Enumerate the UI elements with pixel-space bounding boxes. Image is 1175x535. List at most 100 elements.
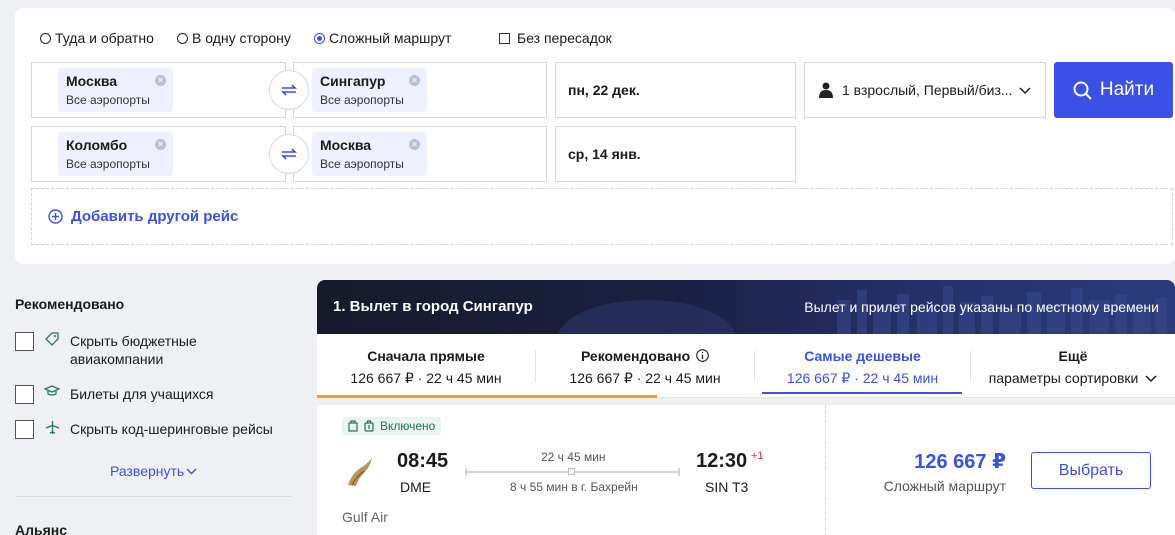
route-title: 1. Вылет в город Сингапур [333, 298, 533, 315]
filter-hide-budget[interactable]: Скрыть бюджетные авиакомпании [15, 332, 220, 368]
destination-city: Сингапур [320, 73, 386, 89]
sort-bar: Сначала прямые 126 667 ₽ · 22 ч 45 мин Р… [317, 334, 1175, 398]
sort-tab-value: 126 667 ₽ · 22 ч 45 мин [786, 370, 939, 386]
clear-icon[interactable]: ✕ [409, 75, 420, 86]
price-note: Сложный маршрут [883, 478, 1006, 494]
ticket-card[interactable]: Включено 08:45 DME 22 ч 45 мин 8 ч 55 ми… [317, 405, 1175, 535]
arrival-airport: SIN T3 [705, 479, 749, 495]
multi-city-label: Сложный маршрут [329, 30, 452, 46]
find-button[interactable]: Найти [1054, 62, 1173, 118]
origin-chip[interactable]: Коломбо Все аэропорты ✕ [58, 132, 173, 176]
chevron-down-icon [1019, 87, 1031, 95]
included-label: Включено [380, 419, 436, 433]
filter-hide-codeshare[interactable]: Скрыть код-шеринговые рейсы [15, 420, 273, 439]
departure-time: 08:45 [397, 450, 449, 472]
swap-button[interactable] [269, 70, 309, 110]
loading-progress-bar [317, 395, 657, 398]
route-end-tick [678, 468, 680, 476]
plus-circle-icon [48, 209, 63, 224]
clear-icon[interactable]: ✕ [155, 139, 166, 150]
sort-tab-title: Самые дешевые [804, 348, 921, 364]
checkbox[interactable] [15, 332, 34, 351]
gulf-air-logo [342, 455, 376, 494]
departure-airport: DME [400, 479, 432, 495]
expand-label: Развернуть [110, 463, 185, 479]
destination-airports: Все аэропорты [320, 93, 404, 107]
tag-icon [44, 332, 60, 346]
divider [15, 496, 292, 497]
sort-tab-title: Сначала прямые [367, 348, 485, 364]
swap-icon [281, 148, 297, 160]
date-field[interactable]: ср, 14 янв. [555, 126, 796, 182]
filters-panel: Рекомендовано Скрыть бюджетные авиакомпа… [15, 296, 292, 535]
radio-icon [177, 32, 188, 44]
route-line [465, 468, 680, 476]
from-field[interactable]: Москва Все аэропорты ✕ [31, 62, 286, 118]
active-tab-underline [762, 392, 962, 394]
origin-chip[interactable]: Москва Все аэропорты ✕ [58, 68, 173, 112]
origin-airports: Все аэропорты [66, 93, 150, 107]
leg-row-1: 1 Москва Все аэропорты ✕ Сингапур Все аэ… [31, 62, 1173, 118]
sort-tab-direct-first[interactable]: Сначала прямые 126 667 ₽ · 22 ч 45 мин [317, 334, 535, 398]
clear-icon[interactable]: ✕ [409, 139, 420, 150]
date-field[interactable]: пн, 22 дек. [555, 62, 796, 118]
from-field[interactable]: Коломбо Все аэропорты ✕ [31, 126, 286, 182]
expand-filters-link[interactable]: Развернуть [110, 463, 197, 479]
sort-tab-value: 126 667 ₽ · 22 ч 45 мин [350, 370, 502, 386]
person-icon [819, 82, 833, 98]
direct-only-label: Без пересадок [517, 30, 612, 46]
sort-tab-title-row: Рекомендовано [536, 348, 754, 364]
next-day-badge: +1 [751, 450, 764, 462]
sort-tab-value-row: параметры сортировки [971, 370, 1175, 386]
passengers-label: 1 взрослый, Первый/биз... [842, 82, 1013, 98]
filter-label: Скрыть бюджетные авиакомпании [70, 333, 197, 367]
radio-selected-icon [314, 32, 325, 44]
add-flight-button[interactable]: Добавить другой рейс [31, 188, 1173, 245]
origin-city: Коломбо [66, 137, 128, 153]
round-trip-radio[interactable]: Туда и обратно [40, 30, 154, 46]
arrival-time: 12:30 [696, 450, 748, 472]
info-icon[interactable] [696, 349, 709, 362]
alliance-title: Альянс [15, 522, 68, 535]
airline-name: Gulf Air [342, 509, 388, 525]
sort-tab-recommended[interactable]: Рекомендовано 126 667 ₽ · 22 ч 45 мин [536, 334, 754, 398]
leg-row-2: 2 Коломбо Все аэропорты ✕ Москва Все аэр… [31, 126, 831, 182]
clear-icon[interactable]: ✕ [155, 75, 166, 86]
included-badge: Включено [342, 417, 442, 435]
ticket-divider [825, 405, 826, 535]
destination-airports: Все аэропорты [320, 157, 404, 171]
destination-chip[interactable]: Москва Все аэропорты ✕ [312, 132, 427, 176]
search-icon [1073, 81, 1092, 100]
results-panel: 1. Вылет в город Сингапур Вылет и прилет… [317, 280, 1175, 535]
sort-tab-more[interactable]: Ещё параметры сортировки [971, 334, 1175, 398]
local-time-note: Вылет и прилет рейсов указаны по местном… [804, 299, 1159, 315]
filters-title: Рекомендовано [15, 296, 125, 312]
swap-button[interactable] [269, 134, 309, 174]
plane-icon [44, 420, 60, 435]
checkbox[interactable] [15, 420, 34, 439]
route-banner: 1. Вылет в город Сингапур Вылет и прилет… [317, 280, 1175, 334]
one-way-radio[interactable]: В одну сторону [177, 30, 291, 46]
radio-icon [40, 32, 51, 44]
to-field[interactable]: Сингапур Все аэропорты ✕ [293, 62, 547, 118]
layover-info: 8 ч 55 мин в г. Бахрейн [510, 480, 638, 494]
filter-label: Скрыть код-шеринговые рейсы [70, 421, 273, 437]
filter-students[interactable]: Билеты для учащихся [15, 385, 214, 404]
swap-icon [281, 84, 297, 96]
sort-tab-cheapest[interactable]: Самые дешевые 126 667 ₽ · 22 ч 45 мин [755, 334, 970, 398]
select-button[interactable]: Выбрать [1031, 452, 1151, 489]
checkbox[interactable] [15, 385, 34, 404]
passengers-select[interactable]: 1 взрослый, Первый/биз... [804, 62, 1046, 118]
origin-airports: Все аэропорты [66, 157, 150, 171]
destination-chip[interactable]: Сингапур Все аэропорты ✕ [312, 68, 427, 112]
checkbox-icon [499, 32, 510, 44]
multi-city-radio[interactable]: Сложный маршрут [314, 30, 451, 46]
sort-tab-title: Рекомендовано [580, 348, 691, 364]
chevron-down-icon [186, 468, 197, 474]
sort-tab-title: Ещё [1058, 348, 1088, 364]
direct-only-checkbox[interactable]: Без пересадок [499, 30, 612, 46]
to-field[interactable]: Москва Все аэропорты ✕ [293, 126, 547, 182]
chevron-down-icon [1145, 375, 1157, 383]
search-panel: Туда и обратно В одну сторону Сложный ма… [15, 8, 1175, 264]
ticket-price: 126 667 ₽ [914, 451, 1006, 473]
